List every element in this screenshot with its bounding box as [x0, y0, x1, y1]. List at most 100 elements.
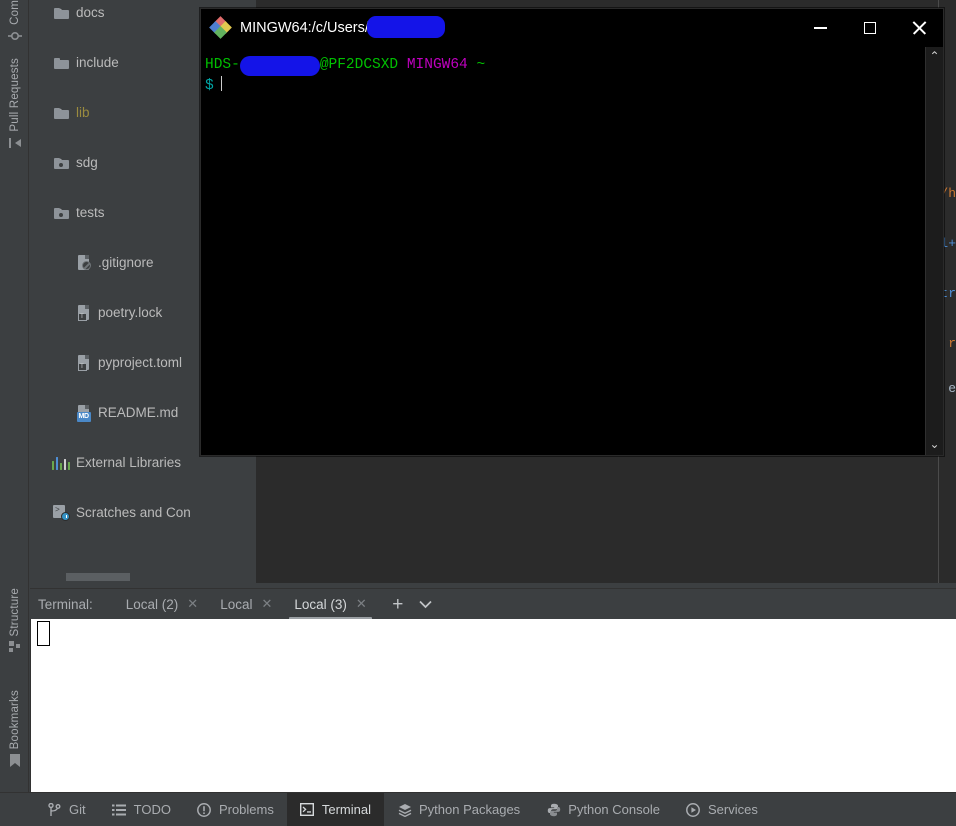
tree-horizontal-scrollbar[interactable] — [66, 573, 256, 581]
toml-file-icon: T — [74, 305, 92, 321]
pull-request-icon — [8, 136, 22, 153]
terminal-tab-local-2[interactable]: Local (2) ✕ — [115, 589, 209, 620]
tab-label: Local — [220, 596, 253, 612]
tree-item-label: lib — [76, 105, 90, 120]
tab-label: Local (2) — [125, 596, 179, 612]
terminal-tab-local-3[interactable]: Local (3) ✕ — [283, 589, 377, 620]
status-item-label: TODO — [133, 802, 171, 817]
status-item-label: Problems — [218, 802, 274, 817]
status-item-todo[interactable]: TODO — [99, 793, 184, 826]
terminal-icon — [300, 802, 315, 817]
mingw64-scrollbar[interactable]: ⌃ ⌄ — [925, 47, 943, 455]
redaction-block-title — [366, 16, 445, 38]
tree-item-scratches-and-consoles[interactable]: > Scratches and Con — [30, 500, 256, 525]
sidebar-item-pull-requests[interactable]: Pull Requests — [0, 58, 29, 157]
tree-item-label: docs — [76, 5, 105, 20]
close-button[interactable] — [894, 9, 943, 47]
close-icon[interactable]: ✕ — [356, 597, 367, 610]
problems-icon — [197, 802, 212, 817]
test-folder-icon — [52, 205, 70, 221]
left-tool-strip: Com Pull Requests Structure Bookmarks — [0, 0, 29, 792]
source-folder-icon — [52, 155, 70, 171]
prompt-cwd: ~ — [476, 57, 486, 73]
status-item-terminal[interactable]: Terminal — [286, 792, 384, 826]
libraries-icon — [51, 455, 71, 471]
status-item-problems[interactable]: Problems — [184, 793, 287, 826]
ide-window: Com Pull Requests Structure Bookmarks do… — [0, 0, 956, 826]
folder-icon — [52, 105, 70, 121]
todo-list-icon — [112, 802, 127, 817]
status-bar: Git TODO Problems Terminal Python Packag… — [0, 792, 956, 826]
packages-icon — [397, 802, 412, 817]
sidebar-item-commit[interactable]: Com — [0, 0, 29, 50]
status-item-label: Python Console — [568, 802, 660, 817]
commit-icon — [7, 29, 22, 46]
close-icon[interactable]: ✕ — [187, 597, 198, 610]
sidebar-item-bookmarks[interactable]: Bookmarks — [0, 690, 29, 775]
bookmark-icon — [8, 753, 22, 771]
status-item-label: Services — [707, 802, 758, 817]
status-item-python-console[interactable]: Python Console — [533, 793, 673, 826]
terminal-cursor — [220, 76, 223, 91]
tree-item-label: poetry.lock — [98, 305, 163, 320]
msys2-icon — [209, 16, 232, 39]
tree-item-label: Scratches and Con — [76, 505, 191, 520]
python-icon — [546, 802, 561, 817]
code-fragment: r — [948, 336, 956, 351]
tree-item-label: .gitignore — [98, 255, 154, 270]
sidebar-item-label: Structure — [8, 588, 21, 637]
window-controls — [796, 9, 943, 47]
tree-item-label: README.md — [98, 405, 179, 420]
redaction-block-user — [239, 56, 320, 77]
close-icon[interactable]: ✕ — [261, 597, 272, 610]
toml-file-icon: T — [74, 355, 92, 371]
prompt-dollar: $ — [205, 78, 214, 94]
services-play-icon — [686, 802, 701, 817]
scrollbar-thumb[interactable] — [66, 573, 130, 581]
tree-item-label: External Libraries — [76, 455, 182, 470]
minimize-button[interactable] — [796, 9, 845, 47]
prompt-host: @PF2DCSXD — [319, 57, 399, 73]
add-terminal-tab-button[interactable]: + — [384, 589, 412, 620]
scroll-up-icon[interactable]: ⌃ — [929, 51, 939, 63]
terminal-output-area[interactable] — [30, 619, 956, 792]
terminal-tab-local[interactable]: Local ✕ — [209, 589, 283, 620]
sidebar-item-label: Com — [8, 0, 21, 25]
chevron-down-icon[interactable] — [412, 589, 440, 620]
structure-icon — [8, 640, 22, 657]
git-branch-icon — [47, 802, 62, 817]
sidebar-item-label: Bookmarks — [8, 690, 21, 750]
mingw64-title-bar[interactable]: MINGW64:/c/Users/ — [201, 9, 943, 47]
status-item-label: Git — [69, 802, 86, 817]
status-item-services[interactable]: Services — [673, 793, 771, 826]
terminal-input-line[interactable]: $ — [203, 76, 943, 97]
sidebar-item-structure[interactable]: Structure — [0, 588, 29, 661]
tree-item-label: pyproject.toml — [98, 355, 183, 370]
sidebar-item-label: Pull Requests — [8, 58, 21, 132]
tree-item-label: tests — [76, 205, 105, 220]
scroll-down-icon[interactable]: ⌄ — [929, 439, 939, 451]
mingw64-console[interactable]: HDS- @PF2DCSXD MINGW64 ~ $ ⌃ ⌄ — [201, 47, 943, 455]
mingw64-title: MINGW64:/c/Users/ — [240, 16, 445, 38]
prompt-shell: MINGW64 — [406, 57, 468, 73]
terminal-tab-bar: Terminal: Local (2) ✕ Local ✕ Local (3) … — [30, 588, 956, 620]
terminal-prompt-line: HDS- @PF2DCSXD MINGW64 ~ — [203, 55, 943, 77]
status-item-git[interactable]: Git — [34, 793, 99, 826]
folder-icon — [52, 5, 70, 21]
markdown-file-icon: MD — [74, 405, 92, 422]
terminal-toolwindow-label: Terminal: — [38, 596, 93, 612]
status-item-python-packages[interactable]: Python Packages — [384, 793, 533, 826]
tree-item-label: sdg — [76, 155, 98, 170]
status-item-label: Terminal — [321, 802, 371, 817]
mingw64-window[interactable]: MINGW64:/c/Users/ HDS- @PF2DCSXD MINGW64 … — [200, 8, 944, 456]
gitignore-file-icon — [74, 255, 92, 271]
tree-item-label: include — [76, 55, 119, 70]
scratches-icon: > — [52, 505, 70, 521]
maximize-button[interactable] — [845, 9, 894, 47]
mingw64-title-text: MINGW64:/c/Users/ — [240, 20, 369, 36]
terminal-block-cursor — [37, 621, 50, 646]
code-fragment: e — [948, 381, 956, 396]
prompt-user: HDS- — [205, 57, 240, 73]
tab-label: Local (3) — [294, 596, 347, 612]
folder-icon — [52, 55, 70, 71]
